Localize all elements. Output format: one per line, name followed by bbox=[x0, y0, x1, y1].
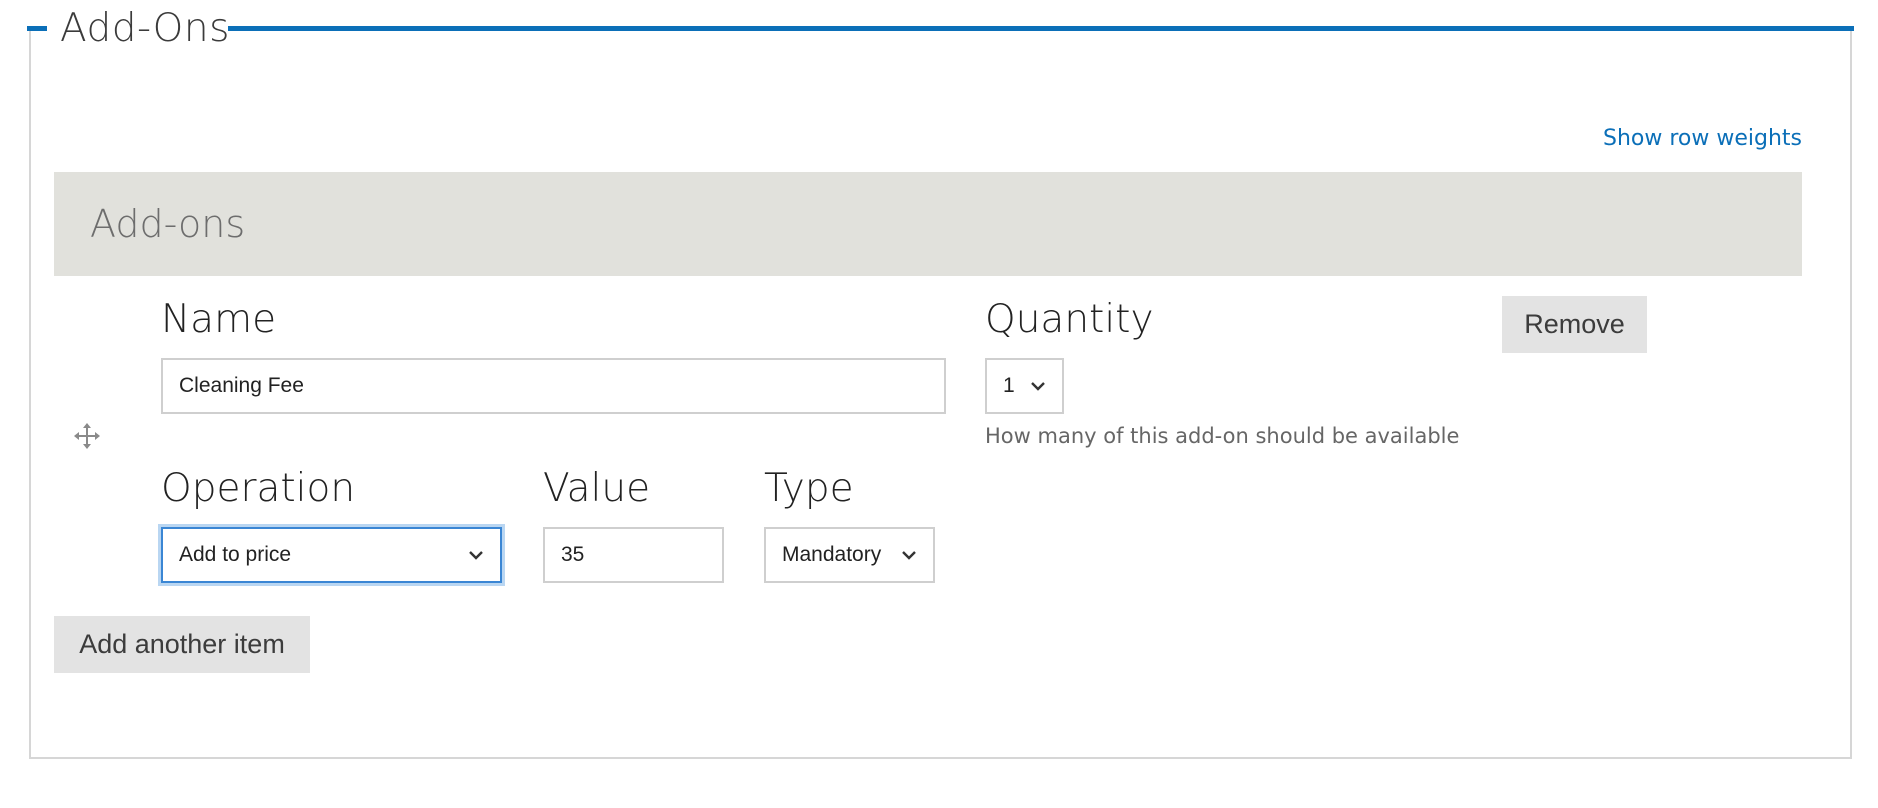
move-arrows-icon[interactable] bbox=[74, 423, 100, 449]
value-label: Value bbox=[543, 466, 651, 511]
quantity-label: Quantity bbox=[985, 297, 1154, 342]
fieldset-accent-line-right bbox=[228, 26, 1854, 31]
quantity-description: How many of this add-on should be availa… bbox=[985, 424, 1460, 448]
table-header: Add-ons bbox=[54, 172, 1802, 276]
fieldset-legend: Add-Ons bbox=[60, 6, 230, 51]
type-selected-value: Mandatory bbox=[782, 543, 882, 566]
fieldset-accent-line-left bbox=[27, 26, 47, 31]
name-label: Name bbox=[161, 297, 277, 342]
type-label: Type bbox=[764, 466, 854, 511]
chevron-down-icon bbox=[469, 551, 483, 560]
value-input[interactable] bbox=[543, 527, 724, 583]
quantity-select[interactable]: 1 bbox=[985, 358, 1064, 414]
type-select[interactable]: Mandatory bbox=[764, 527, 935, 583]
chevron-down-icon bbox=[1031, 382, 1045, 391]
operation-label: Operation bbox=[161, 466, 356, 511]
name-input[interactable] bbox=[161, 358, 946, 414]
table-header-title: Add-ons bbox=[90, 202, 246, 246]
quantity-selected-value: 1 bbox=[1003, 374, 1015, 397]
remove-button[interactable]: Remove bbox=[1502, 296, 1647, 353]
chevron-down-icon bbox=[902, 551, 916, 560]
operation-select[interactable]: Add to price bbox=[161, 527, 502, 583]
operation-selected-value: Add to price bbox=[179, 543, 292, 566]
show-row-weights-link[interactable]: Show row weights bbox=[1603, 126, 1802, 151]
add-another-item-button[interactable]: Add another item bbox=[54, 616, 310, 673]
